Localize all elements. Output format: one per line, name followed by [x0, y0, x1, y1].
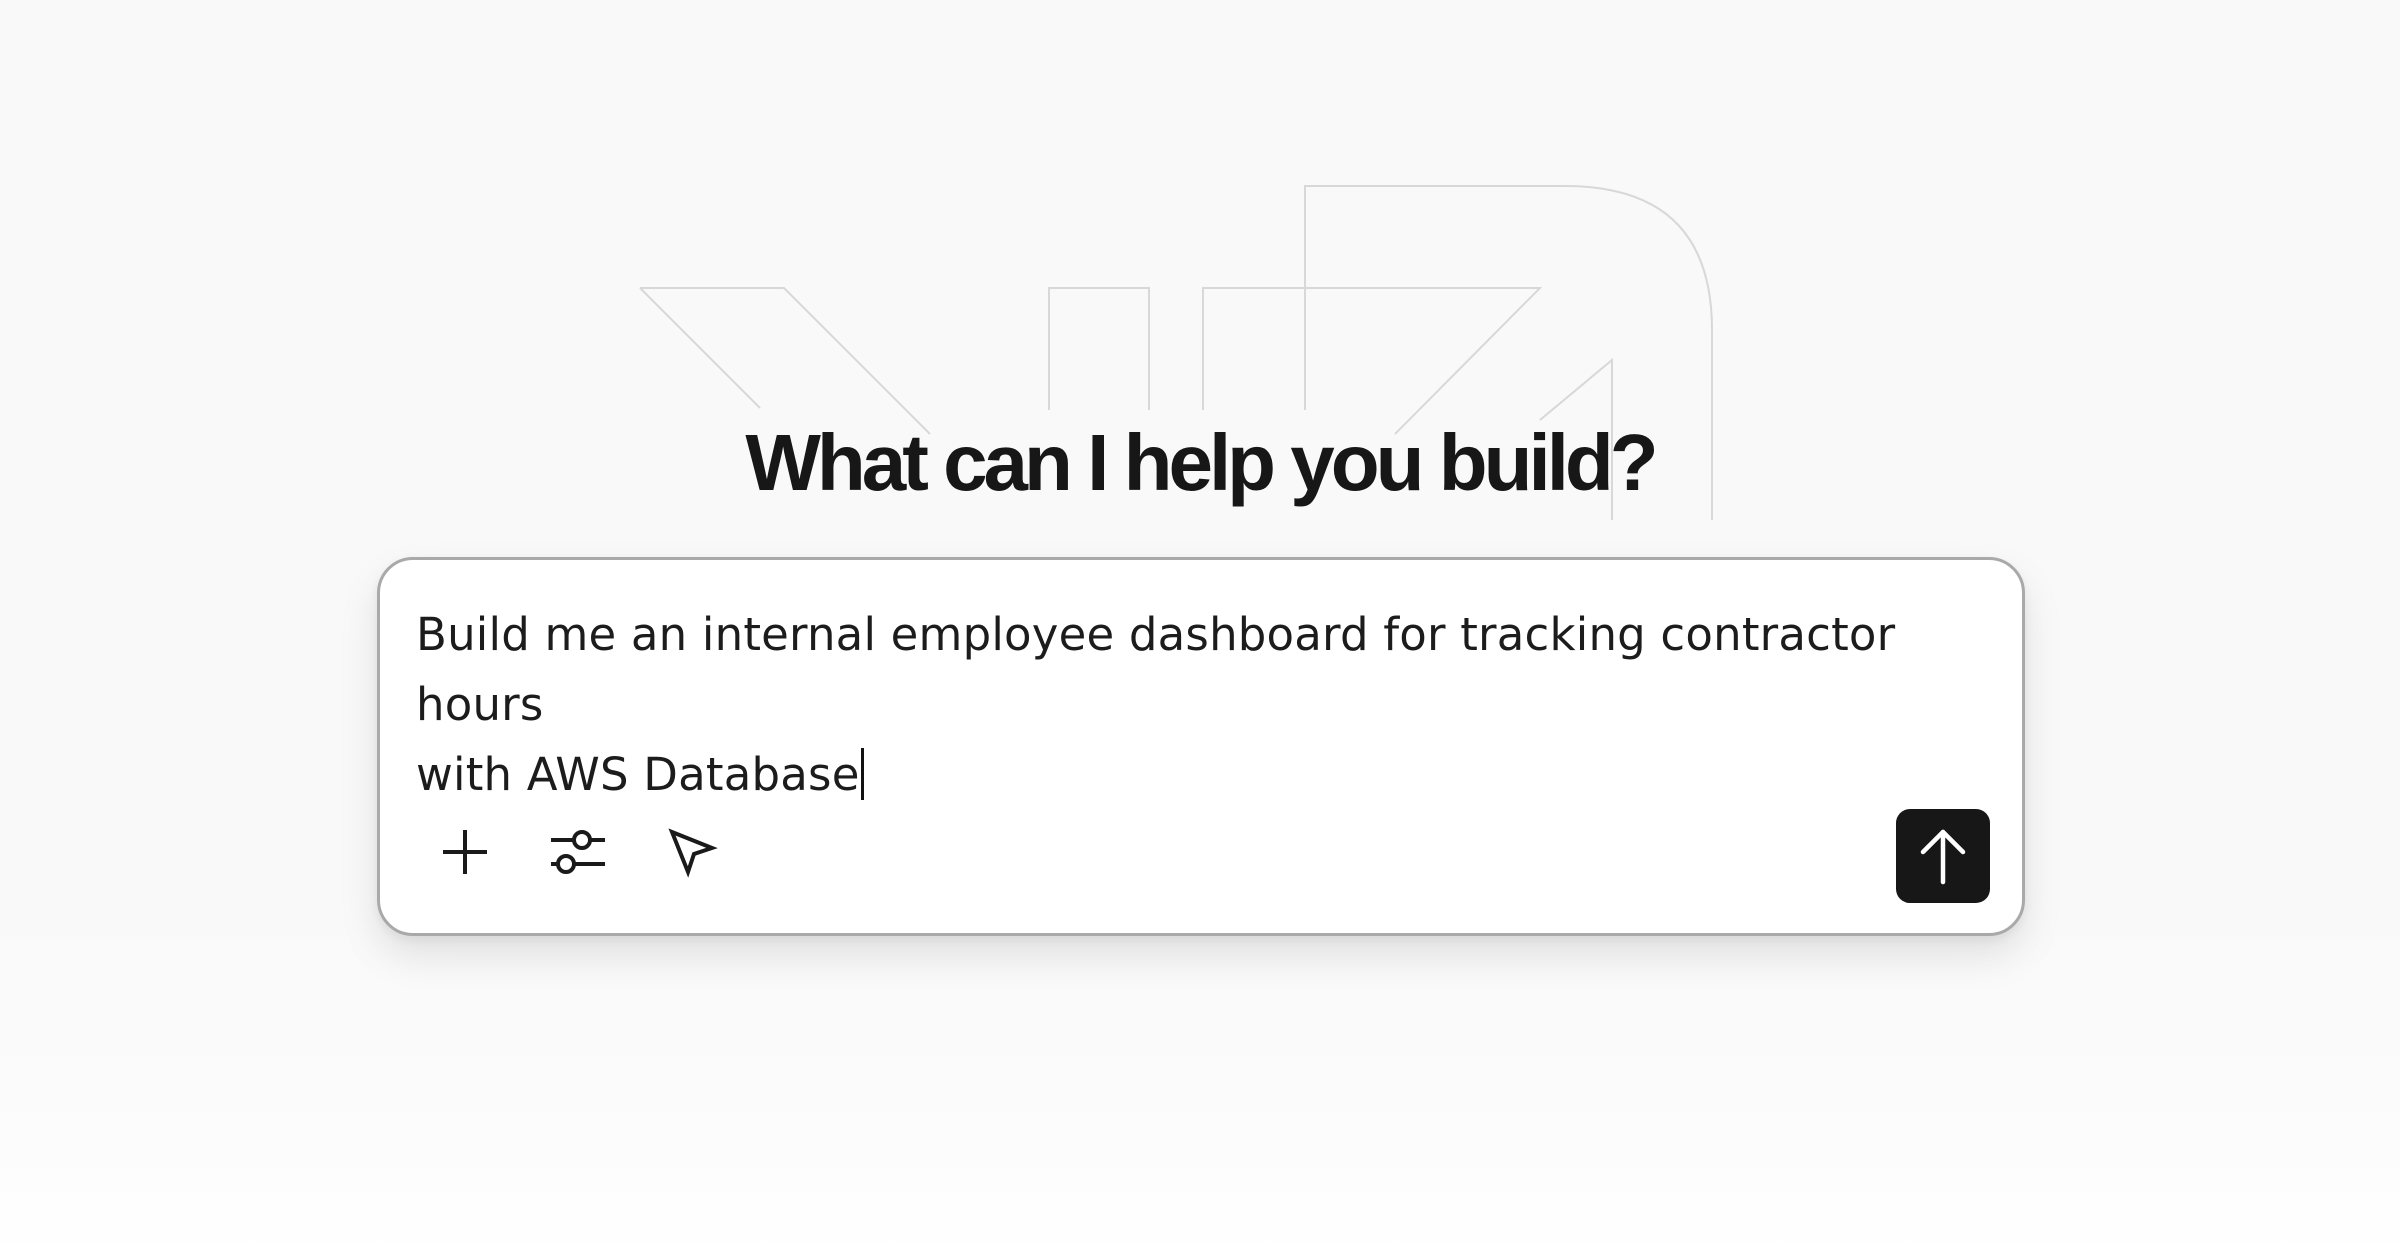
- text-caret: [860, 748, 864, 800]
- select-element-button[interactable]: [652, 812, 732, 892]
- page: What can I help you build? Build me an i…: [0, 0, 2400, 1256]
- prompt-input-card[interactable]: Build me an internal employee dashboard …: [377, 557, 2025, 936]
- send-button[interactable]: [1896, 809, 1990, 903]
- sliders-icon: [551, 830, 605, 874]
- logo-bar-stroke: [1202, 287, 1306, 410]
- cursor-pointer-icon: [668, 828, 718, 878]
- prompt-text-line1: Build me an internal employee dashboard …: [416, 608, 1896, 731]
- logo-i-stroke: [1048, 287, 1150, 410]
- page-title: What can I help you build?: [745, 418, 1658, 507]
- prompt-text-line2: with AWS Database: [416, 748, 860, 801]
- arrow-up-icon: [1920, 829, 1966, 885]
- plus-icon: [443, 830, 487, 874]
- prompt-textarea[interactable]: Build me an internal employee dashboard …: [416, 600, 1976, 810]
- attach-button[interactable]: [425, 812, 505, 892]
- settings-button[interactable]: [538, 812, 618, 892]
